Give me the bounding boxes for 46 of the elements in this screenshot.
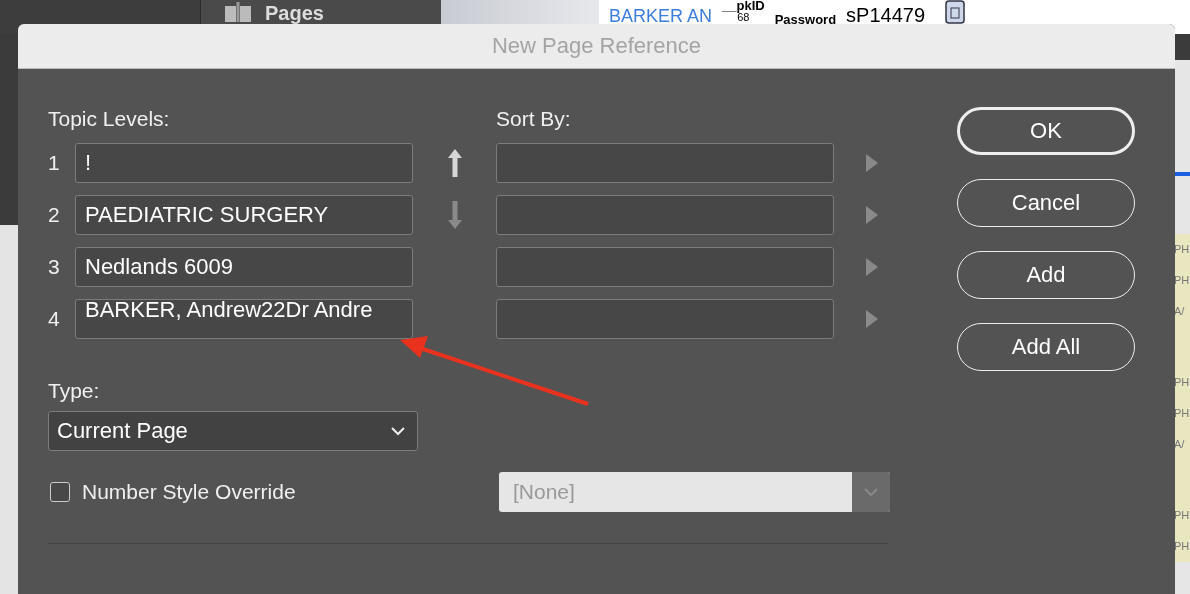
triangle-right-icon[interactable]	[866, 206, 878, 224]
dialog-button[interactable]: OK	[957, 107, 1135, 155]
triangle-right-icon[interactable]	[866, 310, 878, 328]
window-title: New Page Reference	[491, 33, 702, 59]
level-number: 2	[48, 203, 61, 227]
record-number: 68	[737, 12, 750, 23]
password-label: Password	[774, 12, 837, 27]
password-value: sP14479	[846, 4, 926, 27]
dialog-button[interactable]: Add	[957, 251, 1135, 299]
table-cell-text: PH	[1174, 539, 1190, 554]
topic-field[interactable]: BARKER, Andrew22Dr Andre	[75, 299, 413, 339]
pages-icon	[223, 2, 253, 22]
type-label: Type:	[48, 379, 101, 403]
up-arrow-icon[interactable]	[448, 149, 462, 177]
table-cell-text: PH	[1174, 242, 1190, 257]
topic-field[interactable]: PAEDIATRIC SURGERY	[75, 195, 413, 235]
sort-field[interactable]	[496, 247, 834, 287]
checkbox[interactable]	[50, 482, 70, 502]
dialog-button[interactable]: Add All	[957, 323, 1135, 371]
sort-field[interactable]	[496, 143, 834, 183]
triangle-right-icon[interactable]	[866, 258, 878, 276]
panel-label: Pages	[265, 2, 324, 25]
chevron-down-icon	[864, 487, 878, 497]
document-icon	[945, 0, 966, 24]
sort-by-label: Sort By:	[496, 107, 572, 131]
level-number: 3	[48, 255, 61, 279]
topic-field[interactable]: Nedlands 6009	[75, 247, 413, 287]
name-link[interactable]: BARKER AN	[609, 6, 713, 27]
table-cell-text: A/	[1174, 304, 1186, 319]
chevron-down-icon	[391, 426, 405, 436]
table-cell-text: PH	[1174, 375, 1190, 390]
table-cell-text: A/	[1174, 437, 1186, 452]
topic-field[interactable]: !	[75, 143, 413, 183]
sort-field[interactable]	[496, 195, 834, 235]
level-number: 1	[48, 151, 61, 175]
dialog-button[interactable]: Cancel	[957, 179, 1135, 227]
table-cell-text: PH	[1174, 406, 1190, 421]
table-cell-text: PH	[1174, 508, 1190, 523]
level-number: 4	[48, 307, 61, 331]
triangle-right-icon[interactable]	[866, 154, 878, 172]
type-dropdown[interactable]: Current Page	[48, 411, 418, 451]
table-cell-text: PH	[1174, 273, 1190, 288]
sort-field[interactable]	[496, 299, 834, 339]
checkbox-label: Number Style Override	[82, 480, 296, 504]
field-header: __pkID	[722, 0, 765, 12]
topic-levels-label: Topic Levels:	[48, 107, 171, 131]
